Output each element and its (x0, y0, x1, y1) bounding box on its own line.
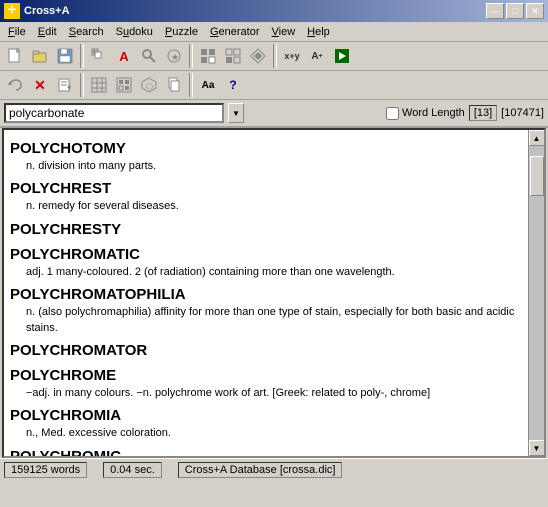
entry-def: n. (also polychromaphilia) affinity for … (26, 305, 522, 336)
action-button[interactable]: ★ (162, 44, 186, 68)
undo-button[interactable] (3, 73, 27, 97)
menu-view[interactable]: View (266, 24, 302, 40)
maximize-button[interactable]: □ (506, 3, 524, 19)
menu-edit[interactable]: Edit (32, 24, 63, 40)
title-bar: ✛ Cross+A — □ ✕ (0, 0, 548, 22)
entry-def: n. remedy for several diseases. (26, 199, 522, 214)
minimize-button[interactable]: — (486, 3, 504, 19)
menu-help[interactable]: Help (301, 24, 336, 40)
menu-puzzle[interactable]: Puzzle (159, 24, 204, 40)
entry-def: −adj. in many colours. −n. polychrome wo… (26, 386, 522, 401)
grid2-button[interactable] (221, 44, 245, 68)
menu-sudoku[interactable]: Sudoku (110, 24, 159, 40)
entry-word: POLYCHROME (10, 365, 522, 386)
close-button[interactable]: ✕ (526, 3, 544, 19)
toolbar-row-1: A ★ x+y A+ (0, 42, 548, 71)
word-length-area: Word Length [13] [107471] (386, 105, 544, 121)
xy-button[interactable]: x+y (280, 44, 304, 68)
open-button[interactable] (28, 44, 52, 68)
scroll-down-button[interactable]: ▼ (529, 440, 545, 456)
case-button[interactable]: Aa (196, 73, 220, 97)
grid1-button[interactable] (196, 44, 220, 68)
time-taken: 0.04 sec. (103, 462, 162, 478)
separator-3 (273, 44, 277, 68)
entry-word: POLYCHREST (10, 178, 522, 199)
menu-generator[interactable]: Generator (204, 24, 266, 40)
diamond-button[interactable] (246, 44, 270, 68)
menu-file[interactable]: File (2, 24, 32, 40)
entry-word: POLYCHROMATIC (10, 244, 522, 265)
entry-word: POLYCHROMATOPHILIA (10, 284, 522, 305)
svg-text:⬡: ⬡ (146, 82, 153, 91)
entry-word: POLYCHROMATOR (10, 340, 522, 361)
app-title: Cross+A (24, 5, 70, 17)
entry-def: n., Med. excessive coloration. (26, 426, 522, 441)
copy2-button[interactable] (162, 73, 186, 97)
play-button[interactable] (330, 44, 354, 68)
content-text: POLYCHOTOMYn. division into many parts. P… (4, 130, 528, 456)
app-icon: ✛ (4, 3, 20, 19)
window-controls: — □ ✕ (486, 3, 544, 19)
main-content: POLYCHOTOMYn. division into many parts. P… (2, 128, 546, 458)
entry-def: adj. 1 many-coloured. 2 (of radiation) c… (26, 265, 522, 280)
delete-button[interactable]: ✕ (28, 73, 52, 97)
grid-a-button[interactable] (87, 73, 111, 97)
toolbar-row-2: ✕ ⬡ Aa ? (0, 71, 548, 100)
word-count: 159125 words (4, 462, 87, 478)
scroll-up-button[interactable]: ▲ (529, 130, 545, 146)
separator-5 (189, 73, 193, 97)
status-bar: 159125 words 0.04 sec. Cross+A Database … (0, 458, 548, 480)
special-button[interactable]: ⬡ (137, 73, 161, 97)
svg-text:★: ★ (171, 52, 179, 62)
menu-bar: File Edit Search Sudoku Puzzle Generator… (0, 22, 548, 42)
entry-word: POLYCHRESTY (10, 219, 522, 240)
entry-word: POLYCHROMIA (10, 405, 522, 426)
word-length-value: [13] (469, 105, 497, 121)
scroll-track[interactable] (529, 146, 544, 440)
word-length-checkbox[interactable] (386, 107, 399, 120)
total-value: [107471] (501, 107, 544, 119)
find-button[interactable] (137, 44, 161, 68)
new-button[interactable] (3, 44, 27, 68)
menu-search[interactable]: Search (63, 24, 110, 40)
entry-def: n. division into many parts. (26, 159, 522, 174)
search-input[interactable] (4, 103, 224, 123)
font-button[interactable]: A (112, 44, 136, 68)
help-button[interactable]: ? (221, 73, 245, 97)
edit-button[interactable] (53, 73, 77, 97)
database-info: Cross+A Database [crossa.dic] (178, 462, 343, 478)
search-dropdown-button[interactable]: ▼ (228, 103, 244, 123)
separator-1 (80, 44, 84, 68)
scroll-thumb[interactable] (530, 156, 544, 196)
search-bar: ▼ Word Length [13] [107471] (0, 100, 548, 128)
entry-word: POLYCHOTOMY (10, 138, 522, 159)
grid-b-button[interactable] (112, 73, 136, 97)
word-length-label: Word Length (402, 107, 465, 119)
separator-4 (80, 73, 84, 97)
separator-2 (189, 44, 193, 68)
copy-grid-button[interactable] (87, 44, 111, 68)
scrollbar[interactable]: ▲ ▼ (528, 130, 544, 456)
word-length-checkbox-wrapper: Word Length (386, 107, 465, 120)
aplus-button[interactable]: A+ (305, 44, 329, 68)
save-button[interactable] (53, 44, 77, 68)
entry-word: POLYCHROMIC (10, 446, 522, 456)
